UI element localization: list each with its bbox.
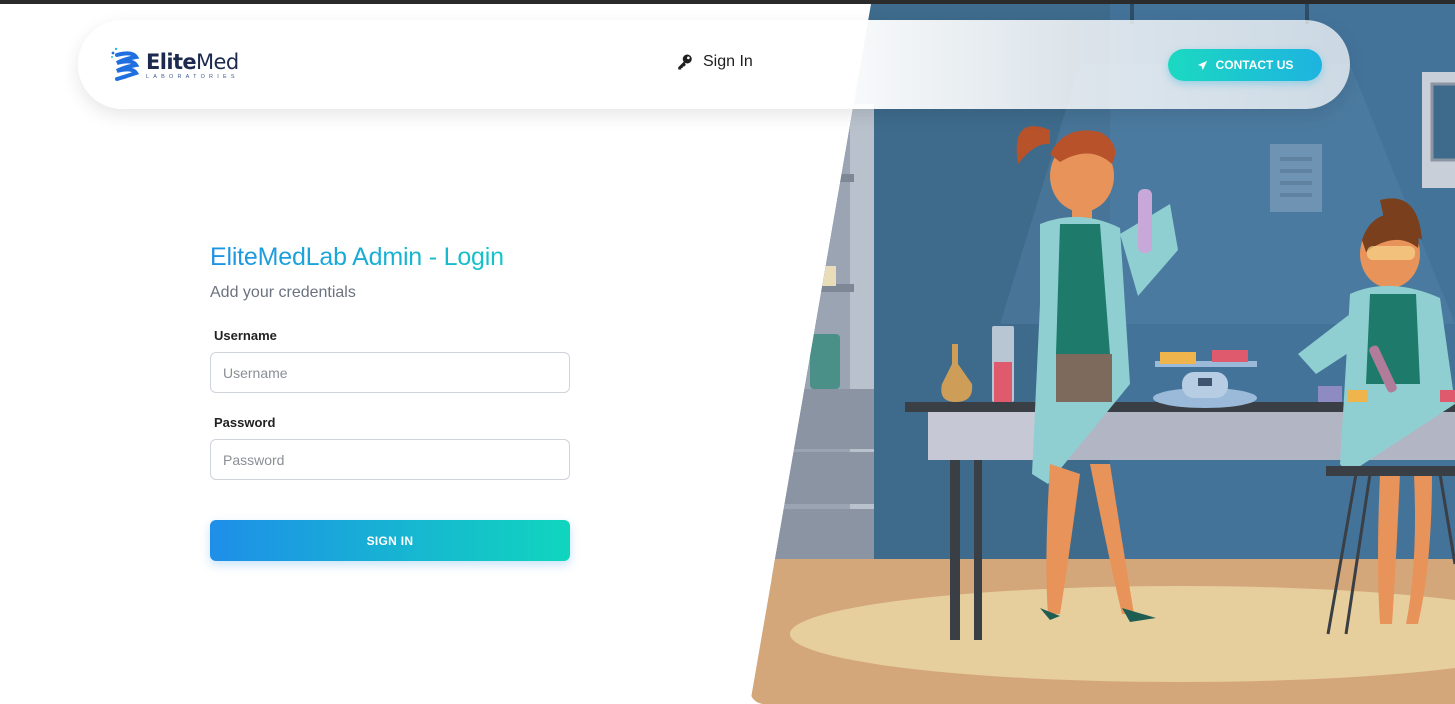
password-label: Password bbox=[214, 415, 276, 430]
nav-sign-in-label: Sign In bbox=[703, 53, 753, 70]
top-border bbox=[0, 0, 1455, 4]
brand-name-bold: Elite bbox=[146, 49, 197, 74]
brand-name-regular: Med bbox=[196, 49, 239, 74]
page-title: EliteMedLab Admin - Login bbox=[210, 240, 570, 274]
nav-sign-in-link[interactable]: Sign In bbox=[676, 53, 753, 71]
brand-name: EliteMed bbox=[146, 51, 239, 73]
page-subtitle: Add your credentials bbox=[210, 284, 356, 301]
top-navbar: EliteMed LABORATORIES Sign In CONTACT US bbox=[78, 20, 1350, 109]
password-input[interactable] bbox=[210, 439, 570, 480]
contact-us-label: CONTACT US bbox=[1215, 58, 1294, 72]
brand-logo[interactable]: EliteMed LABORATORIES bbox=[110, 47, 250, 83]
lab-illustration bbox=[750, 4, 1455, 704]
username-label: Username bbox=[214, 328, 277, 343]
key-icon bbox=[678, 54, 692, 70]
contact-us-button[interactable]: CONTACT US bbox=[1168, 49, 1322, 81]
dna-helix-icon bbox=[111, 47, 140, 81]
paper-plane-icon bbox=[1197, 60, 1207, 70]
brand-tagline: LABORATORIES bbox=[146, 73, 239, 80]
sign-in-button[interactable]: SIGN IN bbox=[210, 520, 570, 561]
login-form: EliteMedLab Admin - Login Add your crede… bbox=[210, 240, 570, 561]
username-input[interactable] bbox=[210, 352, 570, 393]
